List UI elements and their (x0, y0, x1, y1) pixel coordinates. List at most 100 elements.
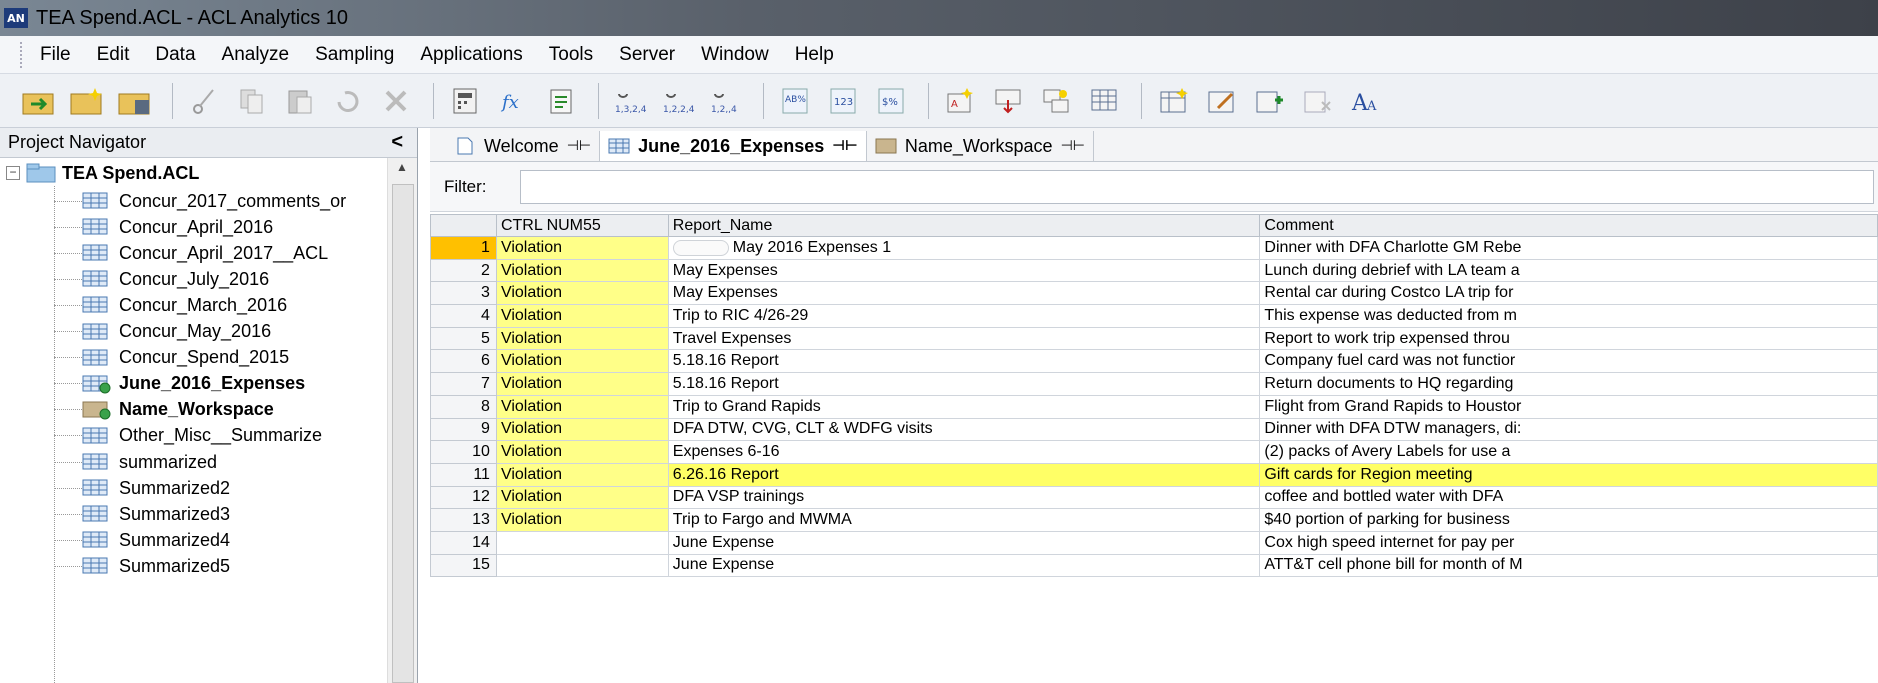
cell-ctrl-num55[interactable]: Violation (495, 440, 669, 464)
cell-report-name[interactable]: 5.18.16 Report (667, 349, 1261, 374)
sort-quick-icon[interactable]: 1,2,2,4 (657, 81, 699, 121)
filter-table-icon[interactable] (987, 81, 1029, 121)
open-project-icon[interactable] (18, 81, 60, 121)
table-row[interactable]: 1 Violation May 2016 Expenses 1 Dinner with… (430, 236, 1878, 260)
cell-report-name[interactable]: 6.26.16 Report (667, 462, 1261, 487)
row-number[interactable]: 12 (430, 485, 497, 510)
row-number[interactable]: 7 (430, 372, 497, 396)
edit-table-icon[interactable] (1200, 81, 1242, 121)
menu-help[interactable]: Help (795, 44, 834, 66)
cell-report-name[interactable]: Expenses 6-16 (667, 440, 1261, 464)
navigator-item[interactable]: Summarized4 (54, 527, 230, 553)
grid-corner[interactable] (430, 214, 497, 237)
cell-report-name[interactable]: DFA VSP trainings (667, 485, 1261, 510)
menu-file[interactable]: File (40, 44, 71, 66)
cell-comment[interactable]: ATT&T cell phone bill for month of M (1259, 553, 1878, 578)
table-row[interactable]: 13 Violation Trip to Fargo and MWMA $40 por… (430, 508, 1878, 532)
remove-column-icon[interactable] (1296, 81, 1338, 121)
tab-june-2016-expenses[interactable]: June_2016_Expenses ⊣⊢ (600, 131, 867, 161)
cell-report-name[interactable]: Trip to Grand Rapids (667, 394, 1261, 419)
save-project-icon[interactable] (114, 81, 156, 121)
collapse-navigator-button[interactable]: < (391, 131, 403, 154)
filter-input[interactable] (520, 169, 1874, 204)
menu-analyze[interactable]: Analyze (222, 44, 290, 66)
cell-report-name[interactable]: June Expense (667, 530, 1261, 555)
table-row[interactable]: 10 Violation Expenses 6-16 (2) packs of Ave… (430, 440, 1878, 464)
cell-comment[interactable]: Dinner with DFA Charlotte GM Rebe (1259, 236, 1878, 260)
cell-report-name[interactable]: May Expenses (667, 281, 1261, 306)
tree-root-project[interactable]: − TEA Spend.ACL (6, 160, 199, 186)
row-number[interactable]: 9 (430, 417, 497, 442)
table-row[interactable]: 7 Violation 5.18.16 Report Return documents… (430, 372, 1878, 396)
navigator-scrollbar[interactable]: ▲ (387, 158, 417, 683)
font-icon[interactable]: AA (1344, 81, 1386, 121)
navigator-item[interactable]: Concur_April_2016 (54, 214, 273, 240)
cell-ctrl-num55[interactable]: Violation (495, 304, 669, 328)
calculator-icon[interactable] (444, 81, 486, 121)
navigator-item[interactable]: summarized (54, 449, 217, 475)
menu-tools[interactable]: Tools (549, 44, 593, 66)
cell-report-name[interactable]: May Expenses (667, 258, 1261, 283)
collapse-tree-icon[interactable]: − (6, 166, 20, 180)
tab-welcome[interactable]: Welcome ⊣⊢ (446, 131, 601, 161)
cell-comment[interactable]: Company fuel card was not functior (1259, 349, 1878, 374)
cell-comment[interactable]: Rental car during Costco LA trip for (1259, 281, 1878, 306)
column-header-comment[interactable]: Comment (1259, 214, 1878, 237)
scrollbar-thumb[interactable] (392, 184, 414, 683)
row-number[interactable]: 11 (430, 462, 497, 487)
table-row[interactable]: 8 Violation Trip to Grand Rapids Flight fro… (430, 394, 1878, 419)
table-row[interactable]: 6 Violation 5.18.16 Report Company fuel car… (430, 349, 1878, 374)
table-row[interactable]: 12 Violation DFA VSP trainings coffee and b… (430, 485, 1878, 510)
cell-comment[interactable]: (2) packs of Avery Labels for use a (1259, 440, 1878, 464)
cell-comment[interactable]: Cox high speed internet for pay per (1259, 530, 1878, 555)
function-icon[interactable]: fx (492, 81, 534, 121)
format-icon[interactable]: AB% (774, 81, 816, 121)
cell-ctrl-num55[interactable]: Violation (495, 394, 669, 419)
delete-icon[interactable] (375, 81, 417, 121)
navigator-item[interactable]: Concur_July_2016 (54, 266, 269, 292)
navigator-item[interactable]: Concur_April_2017__ACL (54, 240, 328, 266)
cell-comment[interactable]: Report to work trip expensed throu (1259, 326, 1878, 351)
menu-window[interactable]: Window (701, 44, 769, 66)
row-number[interactable]: 3 (430, 281, 497, 306)
menu-data[interactable]: Data (155, 44, 195, 66)
cell-ctrl-num55[interactable]: Violation (495, 281, 669, 306)
menu-server[interactable]: Server (619, 44, 675, 66)
pin-icon[interactable]: ⊣⊢ (832, 138, 858, 154)
cell-ctrl-num55[interactable] (495, 553, 669, 578)
column-header-ctrl-num55[interactable]: CTRL NUM55 (495, 214, 669, 237)
row-number[interactable]: 1 (430, 236, 497, 260)
navigator-item[interactable]: Concur_May_2016 (54, 319, 271, 345)
navigator-item[interactable]: Concur_Spend_2015 (54, 345, 289, 371)
pin-icon[interactable]: ⊣⊢ (1061, 138, 1085, 154)
cut-icon[interactable] (183, 81, 225, 121)
cell-report-name[interactable]: Travel Expenses (667, 326, 1261, 351)
cell-ctrl-num55[interactable]: Violation (495, 258, 669, 283)
row-number[interactable]: 15 (430, 553, 497, 578)
cell-ctrl-num55[interactable]: Violation (495, 417, 669, 442)
table-row[interactable]: 5 Violation Travel Expenses Report to work … (430, 326, 1878, 351)
cell-report-name[interactable]: DFA DTW, CVG, CLT & WDFG visits (667, 417, 1261, 442)
row-number[interactable]: 10 (430, 440, 497, 464)
navigator-item[interactable]: June_2016_Expenses (54, 371, 305, 397)
table-row[interactable]: 4 Violation Trip to RIC 4/26-29 This expens… (430, 304, 1878, 328)
column-header-report-name[interactable]: Report_Name (667, 214, 1261, 237)
navigator-item[interactable]: Concur_2017_comments_or (54, 188, 346, 214)
table-row[interactable]: 3 Violation May Expenses Rental car during … (430, 281, 1878, 306)
add-column-icon[interactable] (1248, 81, 1290, 121)
cell-comment[interactable]: Dinner with DFA DTW managers, di: (1259, 417, 1878, 442)
cell-report-name[interactable]: June Expense (667, 553, 1261, 578)
navigator-item[interactable]: Summarized5 (54, 553, 230, 579)
navigator-item[interactable]: Summarized2 (54, 475, 230, 501)
navigator-item[interactable]: Concur_March_2016 (54, 292, 287, 318)
cell-comment[interactable]: This expense was deducted from m (1259, 304, 1878, 328)
table-row[interactable]: 15 June Expense ATT&T cell phone bill for … (430, 553, 1878, 578)
cell-report-name[interactable]: 5.18.16 Report (667, 372, 1261, 396)
cell-comment[interactable]: $40 portion of parking for business (1259, 508, 1878, 532)
navigator-item[interactable]: Other_Misc__Summarize (54, 423, 322, 449)
row-number[interactable]: 5 (430, 326, 497, 351)
cell-report-name[interactable]: Trip to RIC 4/26-29 (667, 304, 1261, 328)
undo-icon[interactable] (327, 81, 369, 121)
sort-descending-icon[interactable]: 1,2,,4 (705, 81, 747, 121)
menu-edit[interactable]: Edit (97, 44, 130, 66)
